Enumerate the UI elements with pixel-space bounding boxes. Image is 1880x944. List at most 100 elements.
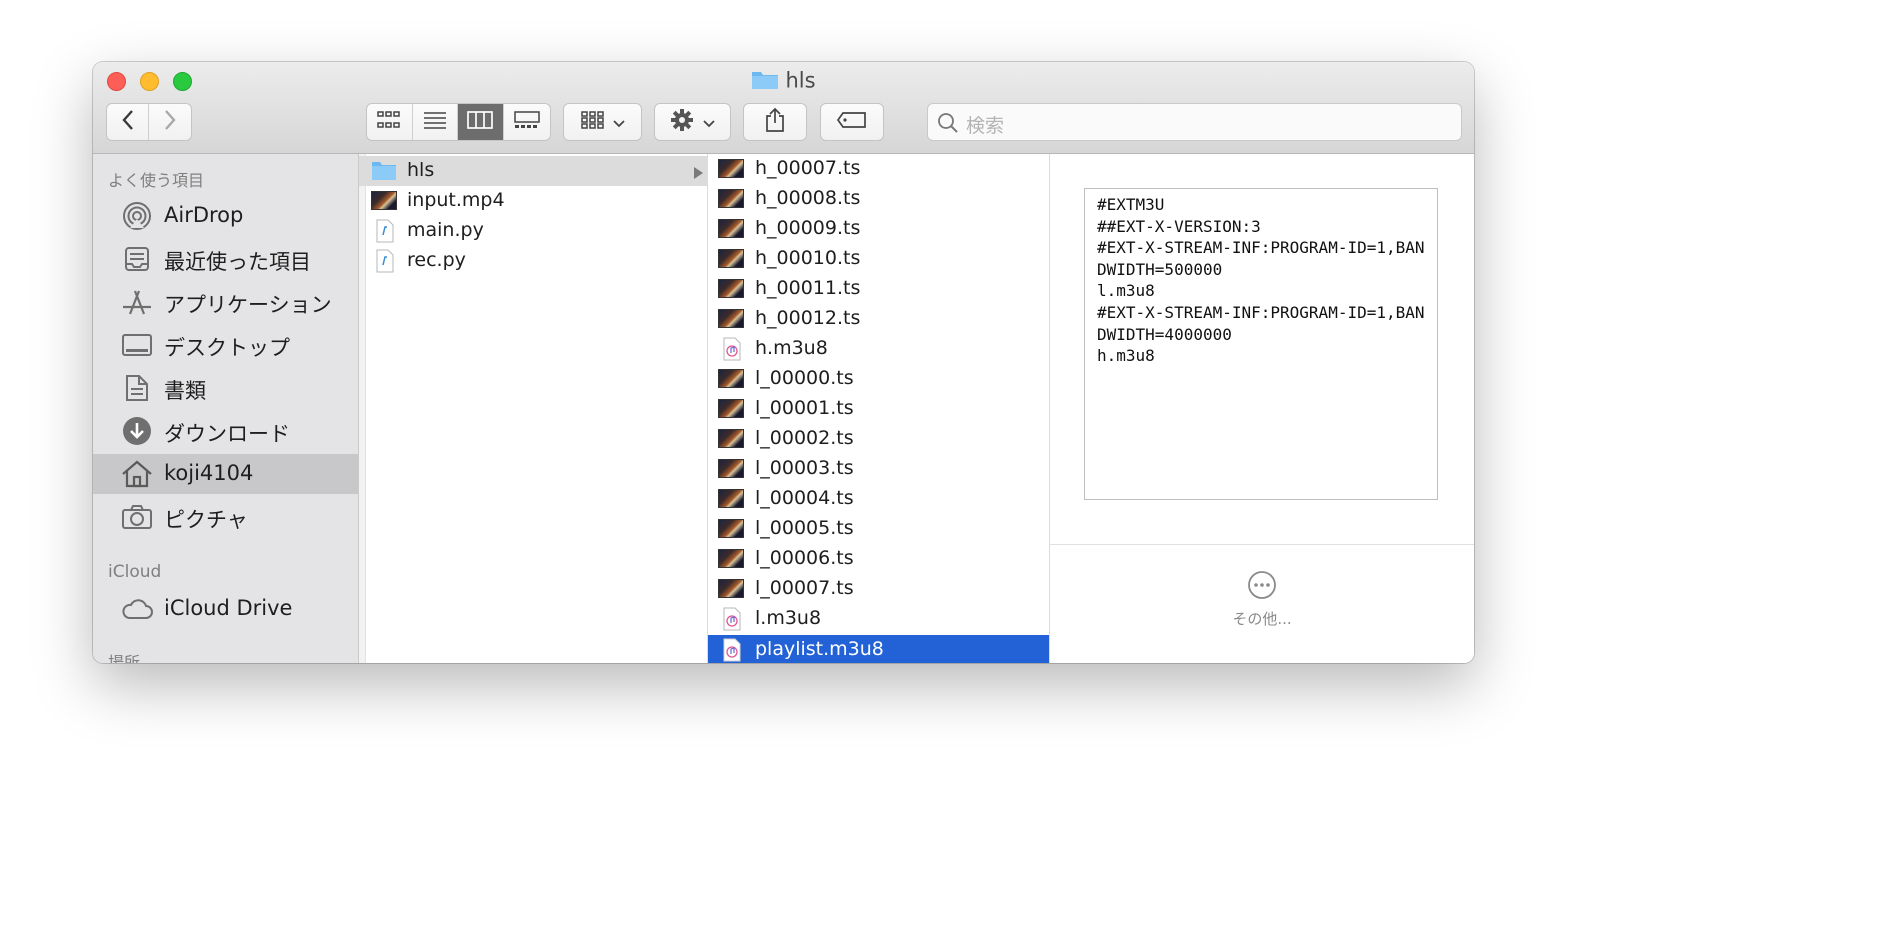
list-item[interactable]: h_00007.ts — [708, 154, 1049, 184]
icon-view-button[interactable] — [367, 104, 413, 140]
list-item-main-py[interactable]: main.py — [359, 216, 707, 246]
sidebar-item-airdrop[interactable]: AirDrop — [93, 196, 358, 236]
video-thumbnail-icon — [718, 247, 744, 271]
file-name: h_00008.ts — [755, 187, 861, 209]
search-placeholder: 検索 — [966, 115, 1005, 137]
home-icon — [121, 459, 153, 489]
list-item[interactable]: l_00007.ts — [708, 574, 1049, 604]
video-thumbnail-icon — [718, 517, 744, 541]
action-menu-button[interactable] — [654, 103, 731, 141]
list-item[interactable]: h.m3u8 — [708, 334, 1049, 364]
sidebar-item-label: AirDrop — [164, 203, 244, 227]
list-item[interactable]: l_00005.ts — [708, 514, 1049, 544]
browser-column-1: hls input.mp4 main.py rec.py — [359, 154, 708, 663]
tags-button[interactable] — [820, 103, 884, 141]
sidebar: よく使う項目 AirDrop 最近使った項目 アプリケーション デスクトップ 書… — [93, 154, 359, 663]
sidebar-item-icloud-drive[interactable]: iCloud Drive — [93, 589, 358, 629]
sidebar-item-home[interactable]: koji4104 — [93, 454, 358, 494]
video-thumbnail-icon — [371, 189, 397, 213]
list-item[interactable]: l_00006.ts — [708, 544, 1049, 574]
file-name: hls — [407, 159, 435, 181]
documents-icon — [121, 373, 153, 403]
sidebar-item-pictures[interactable]: ピクチャ — [93, 497, 358, 537]
browser-column-2: h_00007.ts h_00008.ts h_00009.ts h_00010… — [708, 154, 1050, 663]
list-item[interactable]: l_00004.ts — [708, 484, 1049, 514]
list-view-button[interactable] — [413, 104, 458, 140]
list-item[interactable]: h_00010.ts — [708, 244, 1049, 274]
finder-window: hls 検索 よく使う項目 AirDrop 最近使った項目 アプリケーション デ… — [93, 62, 1474, 663]
sidebar-item-label: iCloud Drive — [164, 596, 293, 620]
sidebar-item-label: koji4104 — [164, 461, 254, 485]
window-title-text: hls — [785, 68, 816, 93]
list-item[interactable]: l_00002.ts — [708, 424, 1049, 454]
search-icon — [937, 112, 959, 138]
sidebar-item-label: アプリケーション — [164, 293, 332, 317]
file-name: h.m3u8 — [755, 337, 828, 359]
file-name: l_00006.ts — [755, 547, 854, 569]
list-item[interactable]: l_00001.ts — [708, 394, 1049, 424]
file-name: h_00009.ts — [755, 217, 861, 239]
sidebar-item-label: ピクチャ — [164, 508, 248, 532]
column-view-button[interactable] — [458, 104, 504, 140]
window-title: hls — [93, 68, 1474, 95]
gallery-view-button[interactable] — [504, 104, 550, 140]
disclosure-arrow-icon — [693, 164, 703, 183]
list-item[interactable]: h_00008.ts — [708, 184, 1049, 214]
video-thumbnail-icon — [718, 487, 744, 511]
sidebar-item-label: ダウンロード — [164, 422, 290, 446]
list-icon — [423, 111, 447, 133]
chevron-left-icon — [121, 109, 135, 135]
preview-divider — [1050, 544, 1474, 545]
file-name: playlist.m3u8 — [755, 638, 884, 660]
ellipsis-circle-icon — [1247, 571, 1277, 604]
grid-icon — [580, 111, 605, 133]
file-preview-text: #EXTM3U ##EXT-X-VERSION:3 #EXT-X-STREAM-… — [1084, 188, 1438, 500]
folder-icon — [371, 159, 397, 183]
video-thumbnail-icon — [718, 457, 744, 481]
sidebar-item-recents[interactable]: 最近使った項目 — [93, 239, 358, 279]
list-item[interactable]: h_00012.ts — [708, 304, 1049, 334]
file-name: l.m3u8 — [755, 607, 822, 629]
sidebar-section-locations: 場所 — [108, 653, 141, 663]
group-by-button[interactable] — [563, 103, 642, 141]
forward-button[interactable] — [149, 104, 191, 140]
share-button[interactable] — [743, 103, 807, 141]
sidebar-item-label: 書類 — [164, 379, 206, 403]
gallery-icon — [513, 111, 540, 133]
sidebar-item-documents[interactable]: 書類 — [93, 368, 358, 408]
list-item[interactable]: h_00011.ts — [708, 274, 1049, 304]
list-item-rec-py[interactable]: rec.py — [359, 246, 707, 276]
list-item-input-mp4[interactable]: input.mp4 — [359, 186, 707, 216]
file-name: l_00004.ts — [755, 487, 854, 509]
python-file-icon — [371, 219, 397, 243]
view-mode-switcher — [366, 103, 551, 141]
camera-icon — [121, 502, 153, 532]
chevron-down-icon — [612, 113, 625, 132]
search-field[interactable]: 検索 — [927, 103, 1462, 141]
list-item-selected[interactable]: playlist.m3u8 — [708, 635, 1049, 663]
file-name: input.mp4 — [407, 189, 505, 211]
file-name: l_00001.ts — [755, 397, 854, 419]
file-name: l_00002.ts — [755, 427, 854, 449]
list-item[interactable]: l_00000.ts — [708, 364, 1049, 394]
file-name: l_00007.ts — [755, 577, 854, 599]
more-actions-button[interactable]: その他... — [1050, 570, 1474, 629]
sidebar-item-applications[interactable]: アプリケーション — [93, 282, 358, 322]
video-thumbnail-icon — [718, 187, 744, 211]
back-button[interactable] — [107, 104, 150, 140]
sidebar-item-desktop[interactable]: デスクトップ — [93, 325, 358, 365]
sidebar-item-label: 最近使った項目 — [164, 250, 311, 274]
list-item-hls[interactable]: hls — [359, 156, 707, 186]
list-item[interactable]: h_00009.ts — [708, 214, 1049, 244]
video-thumbnail-icon — [718, 217, 744, 241]
sidebar-item-downloads[interactable]: ダウンロード — [93, 411, 358, 451]
gear-icon — [670, 108, 694, 136]
playlist-file-icon — [718, 337, 744, 361]
list-item[interactable]: l_00003.ts — [708, 454, 1049, 484]
list-item[interactable]: l.m3u8 — [708, 604, 1049, 634]
video-thumbnail-icon — [718, 577, 744, 601]
file-name: l_00005.ts — [755, 517, 854, 539]
video-thumbnail-icon — [718, 397, 744, 421]
desktop-icon — [121, 330, 153, 360]
tag-icon — [836, 111, 868, 133]
